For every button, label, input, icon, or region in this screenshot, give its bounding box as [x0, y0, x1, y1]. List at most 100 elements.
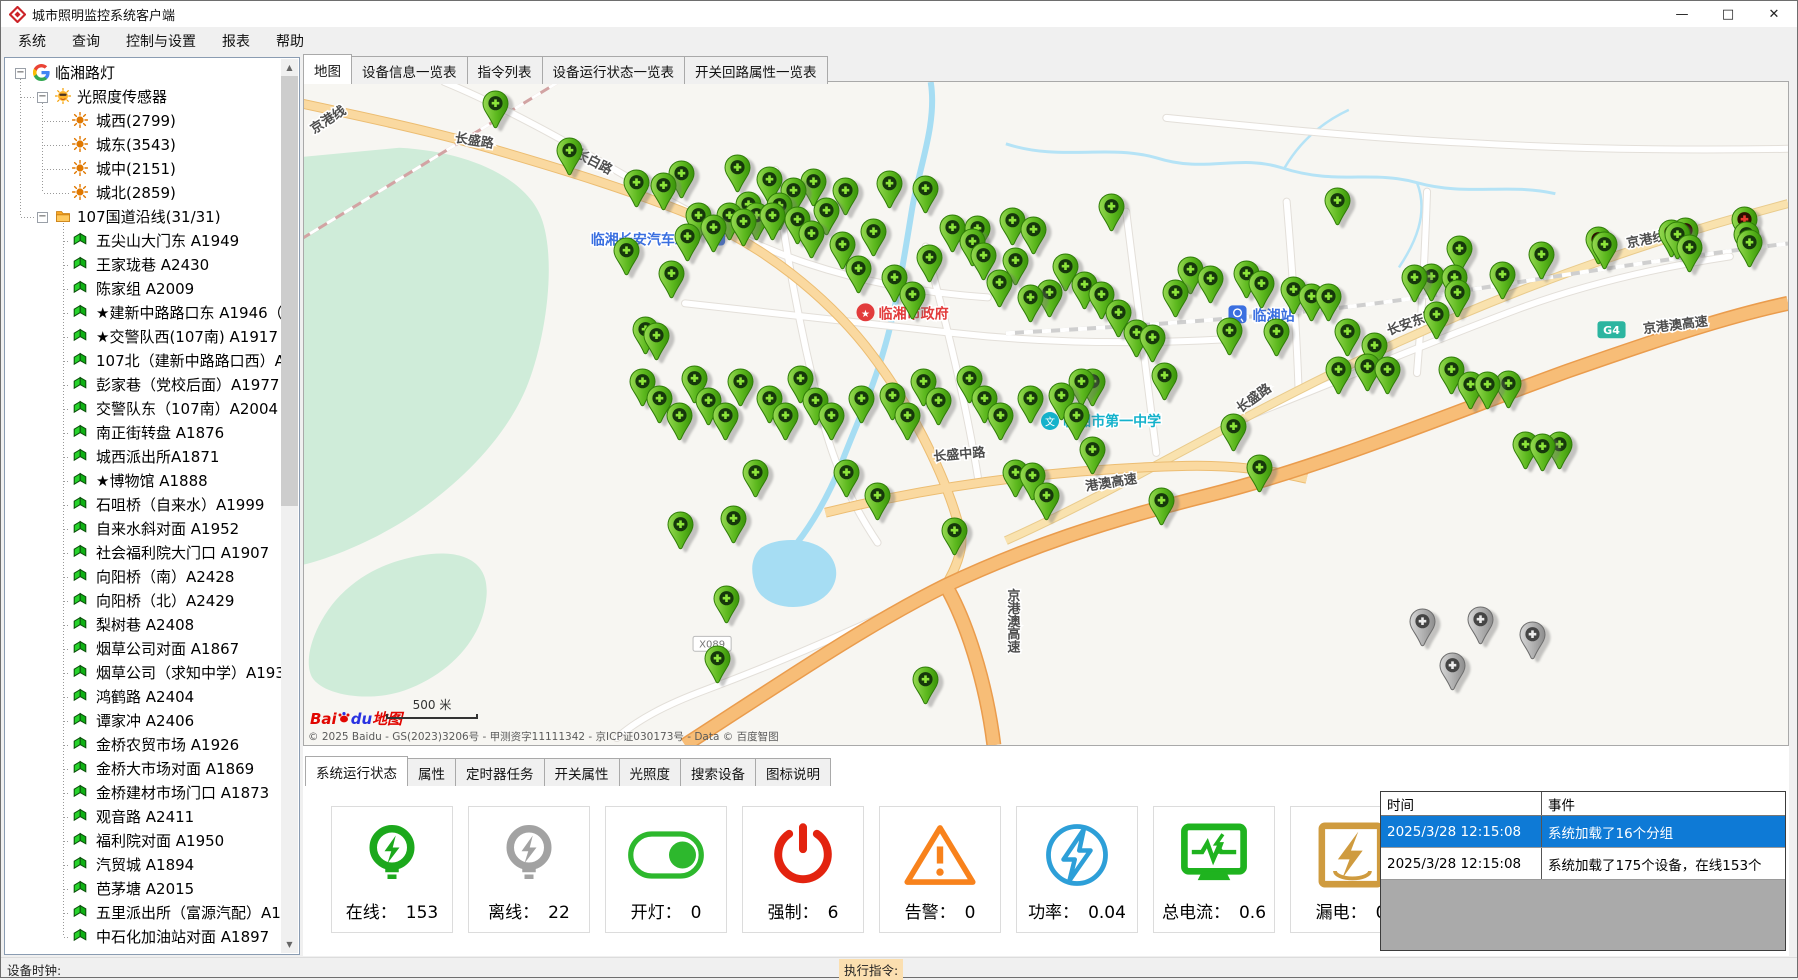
expand-toggle[interactable]: − [15, 68, 26, 79]
map-pin-green[interactable] [674, 223, 701, 262]
map-pin-gray[interactable] [1519, 621, 1546, 660]
map-pin-green[interactable] [1474, 371, 1501, 410]
map-pin-green[interactable] [742, 459, 769, 498]
tree-device-item[interactable]: 城西(2799) [6, 109, 281, 133]
tree-device-item[interactable]: 观音路 A2411 [6, 805, 281, 829]
map-pin-green[interactable] [713, 585, 740, 624]
map-pin-green[interactable] [986, 269, 1013, 308]
tree-device-item[interactable]: 向阳桥（北）A2429 [6, 589, 281, 613]
menu-item[interactable]: 系统 [5, 27, 59, 55]
tab[interactable]: 地图 [303, 54, 352, 84]
tab[interactable]: 图标说明 [755, 758, 831, 786]
tree-device-item[interactable]: 中石化加油站对面 A1897 [6, 925, 281, 949]
log-row[interactable]: 2025/3/28 12:15:08系统加载了16个分组 [1381, 816, 1785, 848]
map-pin-green[interactable] [912, 666, 939, 705]
tab[interactable]: 设备信息一览表 [351, 56, 468, 84]
tree-device-item[interactable]: ★建新中路路口东 A1946（辅道灯） [6, 301, 281, 325]
scroll-up-button[interactable]: ▲ [281, 59, 298, 76]
map-pin-green[interactable] [1017, 385, 1044, 424]
device-tree[interactable]: −临湘路灯−光照度传感器城西(2799)城东(3543)城中(2151)城北(2… [6, 59, 281, 953]
map-pin-green[interactable] [876, 170, 903, 209]
map-pin-green[interactable] [1529, 433, 1556, 472]
map-pin-green[interactable] [1736, 229, 1763, 268]
tree-device-item[interactable]: 王家珑巷 A2430 [6, 253, 281, 277]
tree-device-item[interactable]: 城北(2859) [6, 181, 281, 205]
map-pin-green[interactable] [667, 511, 694, 550]
map-pin-green[interactable] [987, 402, 1014, 441]
map-pin-green[interactable] [1315, 283, 1342, 322]
map-pin-green[interactable] [704, 645, 731, 684]
map-pin-green[interactable] [730, 208, 757, 247]
map-pin-green[interactable] [623, 169, 650, 208]
map-pin-green[interactable] [864, 482, 891, 521]
tab[interactable]: 设备运行状态一览表 [542, 56, 686, 84]
map-pin-green[interactable] [941, 517, 968, 556]
map-pin-green[interactable] [848, 385, 875, 424]
tree-device-item[interactable]: 金桥农贸市场 A1926 [6, 733, 281, 757]
map-pin-green[interactable] [1528, 241, 1555, 280]
tab[interactable]: 搜索设备 [680, 758, 756, 786]
tab[interactable]: 定时器任务 [455, 758, 545, 786]
map-pin-green[interactable] [724, 154, 751, 193]
tab[interactable]: 属性 [407, 758, 456, 786]
tree-device-item[interactable]: 五里派出所（富源汽配）A1874 [6, 901, 281, 925]
map-pin-green[interactable] [833, 459, 860, 498]
map-pin-green[interactable] [1334, 318, 1361, 357]
tree-group-item[interactable]: −临湘路灯 [6, 61, 281, 85]
expand-toggle[interactable]: − [37, 92, 48, 103]
tree-device-item[interactable]: 陈家组 A2009 [6, 277, 281, 301]
map-pin-green[interactable] [720, 505, 747, 544]
map-pin-green[interactable] [798, 220, 825, 259]
minimize-button[interactable]: — [1659, 1, 1705, 27]
map-pin-green[interactable] [700, 214, 727, 253]
tree-device-item[interactable]: 107北（建新中路路口西）A2014 [6, 349, 281, 373]
map-pin-green[interactable] [556, 137, 583, 176]
tree-device-item[interactable]: 鸿鹤路 A2404 [6, 685, 281, 709]
tree-device-item[interactable]: 社会福利院大门口 A1907 [6, 541, 281, 565]
map-pin-green[interactable] [1033, 482, 1060, 521]
map-pin-green[interactable] [899, 281, 926, 320]
close-button[interactable]: ✕ [1751, 1, 1797, 27]
tree-group-item[interactable]: −107国道沿线(31/31) [6, 205, 281, 229]
tree-device-item[interactable]: 梨树巷 A2408 [6, 613, 281, 637]
scroll-thumb[interactable] [281, 76, 298, 506]
map-pin-green[interactable] [1325, 356, 1352, 395]
map-pin-green[interactable] [1263, 318, 1290, 357]
map-pin-green[interactable] [482, 90, 509, 129]
tree-device-item[interactable]: 芭茅塘 A2015 [6, 877, 281, 901]
tree-device-item[interactable]: 金桥建材市场门口 A1873 [6, 781, 281, 805]
map-pin-green[interactable] [818, 402, 845, 441]
tree-device-item[interactable]: 城西派出所A1871 [6, 445, 281, 469]
map-pin-green[interactable] [1139, 324, 1166, 363]
tab[interactable]: 开关回路属性一览表 [684, 56, 828, 84]
tree-scrollbar[interactable]: ▲ ▼ [281, 59, 298, 953]
map-pin-green[interactable] [1079, 436, 1106, 475]
map-pin-green[interactable] [613, 237, 640, 276]
tree-device-item[interactable]: 汽贸城 A1894 [6, 853, 281, 877]
map-pin-green[interactable] [1197, 265, 1224, 304]
tree-device-item[interactable]: 烟草公司（求知中学）A1933 [6, 661, 281, 685]
tree-device-item[interactable]: ★博物馆 A1888 [6, 469, 281, 493]
map-pin-green[interactable] [658, 260, 685, 299]
map-pin-green[interactable] [650, 172, 677, 211]
menu-item[interactable]: 帮助 [263, 27, 317, 55]
log-row[interactable]: 2025/3/28 12:15:08系统加载了175个设备，在线153个 [1381, 848, 1785, 880]
tab[interactable]: 指令列表 [467, 56, 543, 84]
map-pin-green[interactable] [759, 202, 786, 241]
map-view[interactable]: 长白路 长盛路 京港线 长安东路 京港线 长盛路 长盛中路 港澳高速 京港澳高速… [303, 81, 1789, 746]
map-pin-green[interactable] [925, 387, 952, 426]
map-pin-green[interactable] [1017, 284, 1044, 323]
map-pin-green[interactable] [1148, 487, 1175, 526]
tree-device-item[interactable]: 向阳桥（南）A2428 [6, 565, 281, 589]
map-pin-green[interactable] [643, 322, 670, 361]
map-pin-gray[interactable] [1439, 652, 1466, 691]
map-pin-green[interactable] [894, 402, 921, 441]
map-pin-gray[interactable] [1409, 608, 1436, 647]
map-pin-green[interactable] [916, 244, 943, 283]
tree-group-item[interactable]: −光照度传感器 [6, 85, 281, 109]
tree-device-item[interactable]: 五尖山大门东 A1949 [6, 229, 281, 253]
map-pin-gray[interactable] [1467, 606, 1494, 645]
tree-device-item[interactable]: 金桥大市场对面 A1869 [6, 757, 281, 781]
map-pin-green[interactable] [860, 218, 887, 257]
menu-item[interactable]: 报表 [209, 27, 263, 55]
